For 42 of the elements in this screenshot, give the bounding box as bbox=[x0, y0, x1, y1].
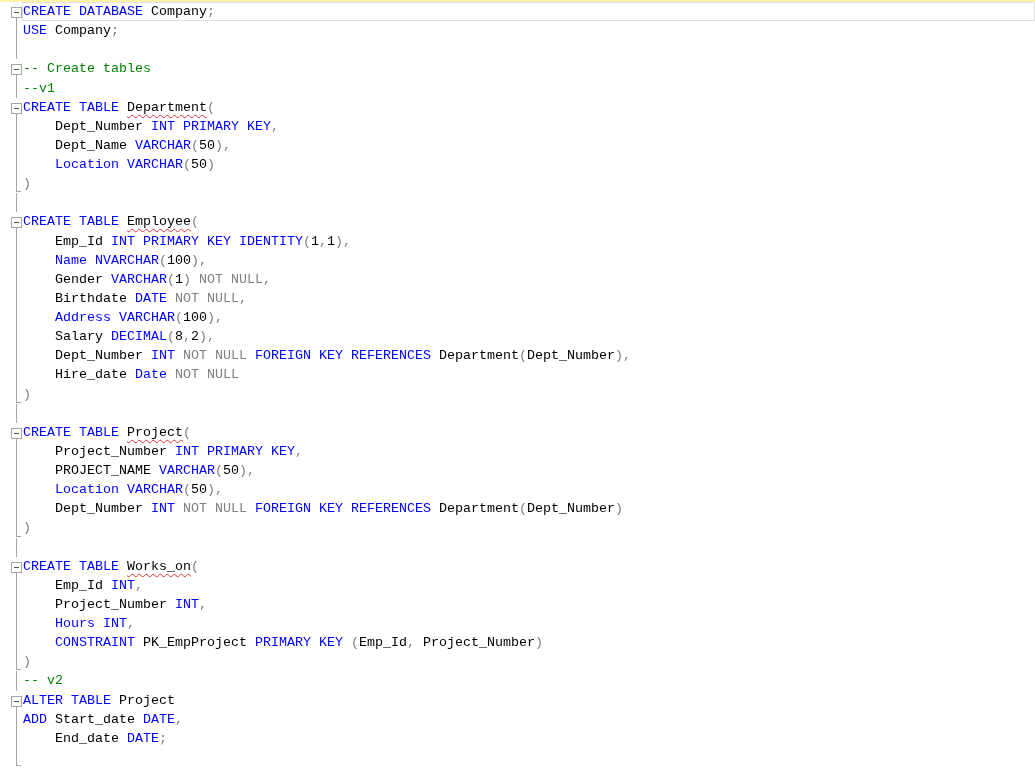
code-line: Birthdate DATE NOT NULL, bbox=[54, 289, 247, 307]
fold-toggle[interactable] bbox=[11, 64, 22, 76]
code-line: Location VARCHAR(50), bbox=[54, 481, 223, 499]
code-line: ) bbox=[23, 175, 31, 193]
fold-toggle[interactable] bbox=[11, 561, 22, 573]
code-line: Hire_date Date NOT NULL bbox=[54, 366, 239, 384]
code-line: Address VARCHAR(100), bbox=[54, 309, 223, 327]
fold-toggle[interactable] bbox=[11, 7, 22, 18]
code-line: Project_Number INT, bbox=[54, 595, 207, 613]
code-line: Dept_Number INT NOT NULL FOREIGN KEY REFERENCES Department(Dept_Number), bbox=[54, 347, 631, 365]
code-line: End_date DATE; bbox=[54, 729, 167, 747]
code-line: CREATE TABLE Employee( bbox=[23, 213, 199, 231]
code-line: -- Create tables bbox=[23, 60, 151, 78]
code-line: Dept_Number INT NOT NULL FOREIGN KEY REFERENCES Department(Dept_Number) bbox=[54, 500, 623, 518]
code-line: CREATE TABLE Works_on( bbox=[23, 557, 199, 575]
code-line: ) bbox=[23, 519, 31, 537]
code-line: Emp_Id INT PRIMARY KEY IDENTITY(1,1), bbox=[54, 232, 351, 250]
fold-toggle[interactable] bbox=[11, 102, 22, 114]
code-line: CONSTRAINT PK_EmpProject PRIMARY KEY (Emp_Id, Project_Number) bbox=[54, 634, 543, 652]
code-line: ) bbox=[23, 653, 31, 671]
code-line: Gender VARCHAR(1) NOT NULL, bbox=[54, 270, 271, 288]
code-line: ADD Start_date DATE, bbox=[23, 710, 183, 728]
code-line: ) bbox=[23, 385, 31, 403]
code-line: CREATE TABLE Project( bbox=[23, 423, 191, 441]
code-line: Hours INT, bbox=[54, 615, 135, 633]
code-line: ALTER TABLE Project bbox=[23, 691, 175, 709]
code-line: Emp_Id INT, bbox=[54, 576, 143, 594]
code-line: --v1 bbox=[23, 79, 55, 97]
fold-toggle[interactable] bbox=[11, 695, 22, 707]
code-line: Project_Number INT PRIMARY KEY, bbox=[54, 442, 303, 460]
code-line: Name NVARCHAR(100), bbox=[54, 251, 207, 269]
code-line: Location VARCHAR(50) bbox=[54, 156, 215, 174]
code-line: CREATE DATABASE Company; bbox=[23, 3, 215, 21]
fold-toggle[interactable] bbox=[11, 427, 22, 439]
code-line: Salary DECIMAL(8,2), bbox=[54, 328, 215, 346]
code-line: CREATE TABLE Department( bbox=[23, 98, 215, 116]
code-line: PROJECT_NAME VARCHAR(50), bbox=[54, 462, 255, 480]
code-line: USE Company; bbox=[23, 22, 119, 40]
code-line: Dept_Number INT PRIMARY KEY, bbox=[54, 117, 279, 135]
code-line: Dept_Name VARCHAR(50), bbox=[54, 136, 231, 154]
fold-toggle[interactable] bbox=[11, 217, 22, 229]
code-line: -- v2 bbox=[23, 672, 63, 690]
